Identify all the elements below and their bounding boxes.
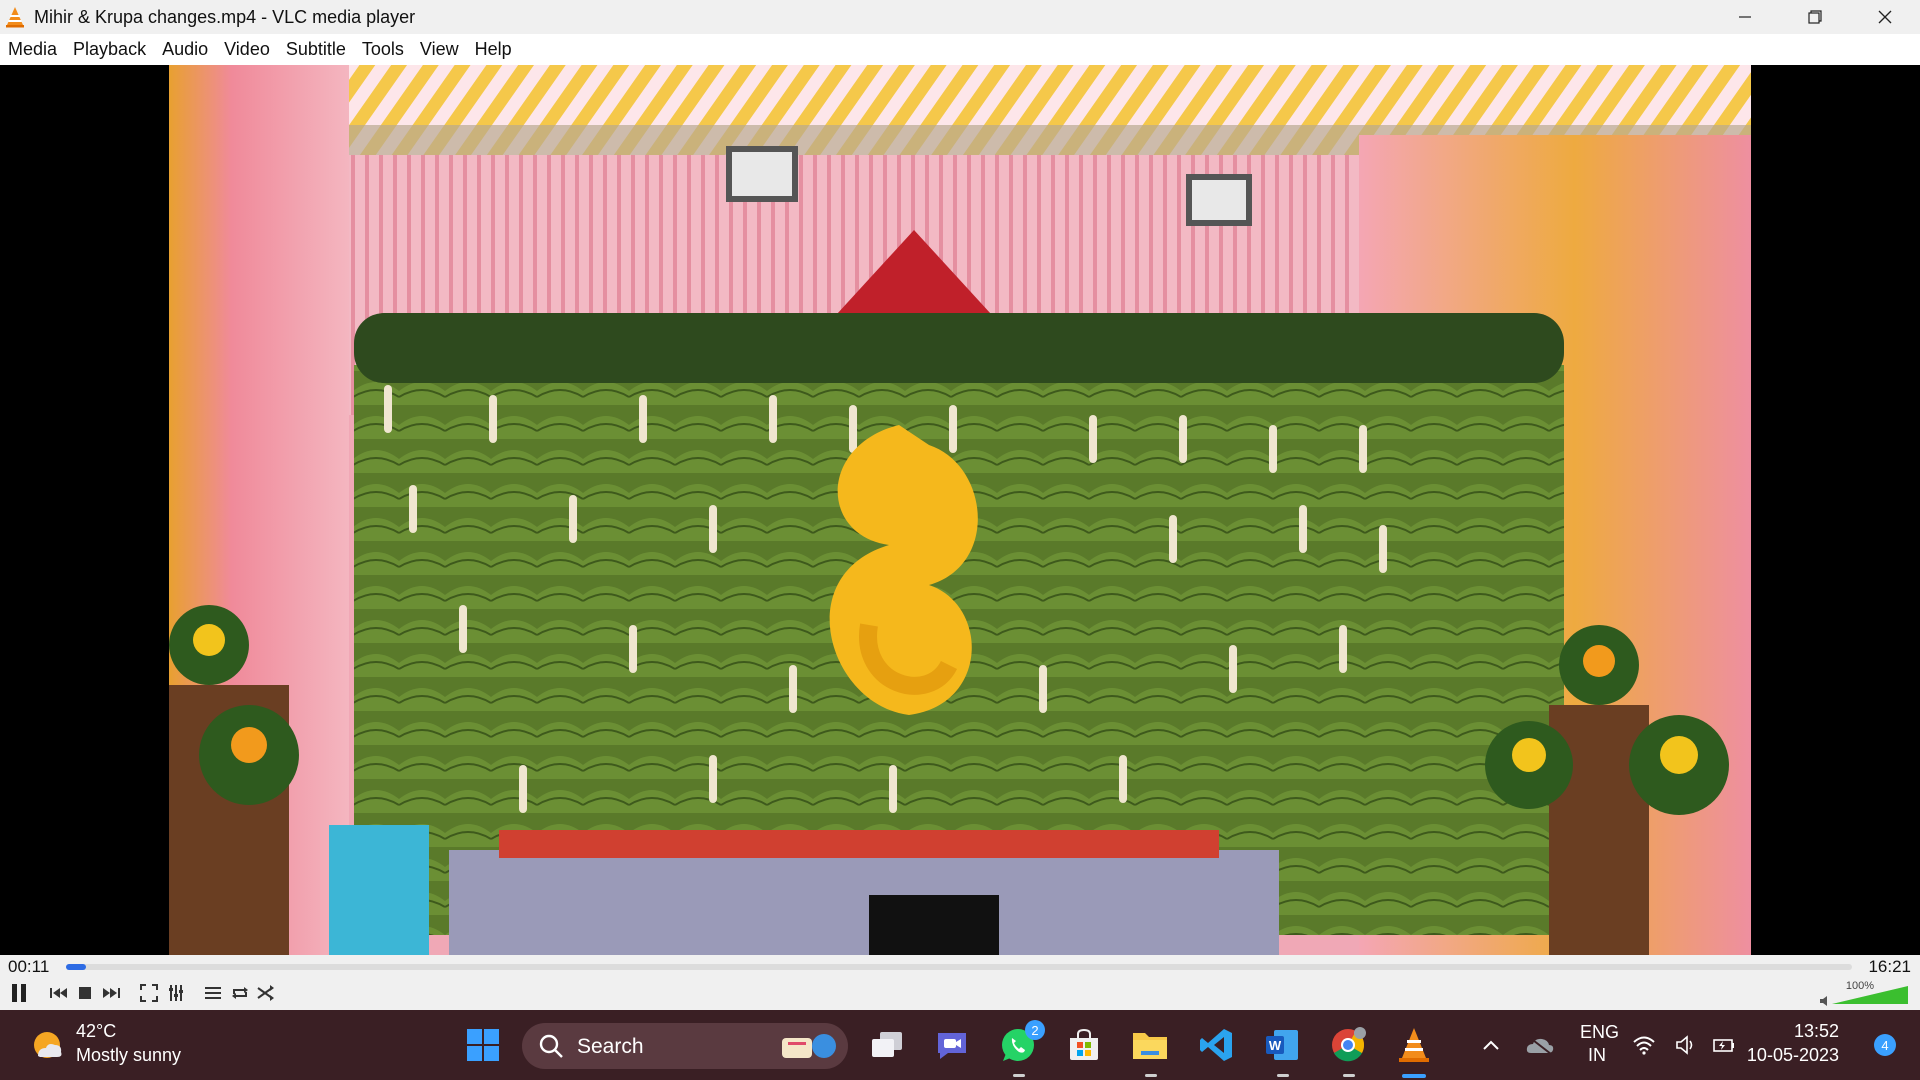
search-icon xyxy=(539,1034,563,1058)
playlist-icon xyxy=(205,987,221,999)
control-bar: 100% xyxy=(0,977,1920,1010)
search-highlight-icon xyxy=(782,1034,836,1058)
whatsapp-running-indicator xyxy=(1013,1074,1025,1077)
extended-settings-button[interactable] xyxy=(163,980,189,1006)
menu-media[interactable]: Media xyxy=(8,39,57,60)
vlc-taskbar-button[interactable] xyxy=(1394,1025,1434,1065)
onedrive-button[interactable] xyxy=(1520,1025,1560,1065)
taskbar-search[interactable]: Search xyxy=(522,1023,848,1069)
menu-view[interactable]: View xyxy=(420,39,459,60)
volume-tray-button[interactable] xyxy=(1672,1025,1700,1065)
menu-help[interactable]: Help xyxy=(475,39,512,60)
teams-chat-button[interactable] xyxy=(932,1025,972,1065)
next-icon xyxy=(103,988,120,998)
windows-start-icon xyxy=(467,1029,499,1061)
window-title: Mihir & Krupa changes.mp4 - VLC media pl… xyxy=(34,6,416,27)
microsoft-store-icon xyxy=(1070,1028,1098,1060)
volume-control[interactable]: 100% xyxy=(1818,980,1910,1006)
next-button[interactable] xyxy=(98,980,124,1006)
word-icon: W xyxy=(1266,1030,1298,1060)
pause-icon xyxy=(12,984,26,1002)
current-time: 00:11 xyxy=(8,957,50,976)
shuffle-button[interactable] xyxy=(253,980,279,1006)
vlc-icon xyxy=(6,7,24,28)
microsoft-store-button[interactable] xyxy=(1064,1025,1104,1065)
task-view-icon xyxy=(872,1032,902,1057)
file-explorer-button[interactable] xyxy=(1130,1025,1170,1065)
svg-text:W: W xyxy=(1269,1038,1282,1053)
shuffle-icon xyxy=(257,985,274,1001)
loop-icon xyxy=(232,987,248,999)
teams-chat-icon xyxy=(938,1033,966,1059)
menu-audio[interactable]: Audio xyxy=(162,39,208,60)
title-bar: Mihir & Krupa changes.mp4 - VLC media pl… xyxy=(0,0,1920,34)
previous-button[interactable] xyxy=(46,980,72,1006)
search-label: Search xyxy=(577,1035,644,1058)
battery-charging-icon xyxy=(1713,1039,1734,1052)
clock-date[interactable]: 10-05-2023 xyxy=(1747,1045,1839,1066)
seek-progress-fill xyxy=(66,964,86,970)
menu-subtitle[interactable]: Subtitle xyxy=(286,39,346,60)
vlc-active-indicator xyxy=(1402,1074,1426,1078)
folder-icon xyxy=(1133,1033,1167,1059)
menu-bar: Media Playback Audio Video Subtitle Tool… xyxy=(0,34,1920,65)
task-view-button[interactable] xyxy=(867,1025,907,1065)
playlist-button[interactable] xyxy=(200,980,226,1006)
speaker-icon xyxy=(1676,1035,1693,1055)
extended-settings-icon xyxy=(169,985,183,1001)
previous-icon xyxy=(50,988,67,998)
close-icon xyxy=(1878,10,1892,24)
minimize-button[interactable] xyxy=(1710,0,1780,34)
fullscreen-icon xyxy=(140,984,158,1002)
language-region[interactable]: IN xyxy=(1580,1045,1614,1066)
show-hidden-icons-button[interactable] xyxy=(1471,1025,1511,1065)
taskbar: 42°C Mostly sunny Search 2 W ENG IN 13:5… xyxy=(0,1010,1920,1080)
loop-button[interactable] xyxy=(227,980,253,1006)
fullscreen-button[interactable] xyxy=(136,980,162,1006)
start-button[interactable] xyxy=(463,1025,503,1065)
pause-button[interactable] xyxy=(6,980,32,1006)
wifi-icon xyxy=(1633,1036,1655,1055)
weather-description[interactable]: Mostly sunny xyxy=(76,1045,181,1066)
video-frame[interactable] xyxy=(169,65,1751,955)
onedrive-offline-icon xyxy=(1526,1036,1554,1055)
chrome-button[interactable] xyxy=(1328,1025,1368,1065)
volume-slider[interactable] xyxy=(1818,982,1910,1006)
restore-icon xyxy=(1808,10,1822,24)
close-button[interactable] xyxy=(1850,0,1920,34)
minimize-icon xyxy=(1739,16,1751,18)
vlc-cone-icon xyxy=(1399,1028,1429,1062)
seek-slider[interactable] xyxy=(66,964,1852,970)
word-running-indicator xyxy=(1277,1074,1289,1077)
explorer-running-indicator xyxy=(1145,1074,1157,1077)
battery-button[interactable] xyxy=(1710,1025,1738,1065)
chevron-up-icon xyxy=(1483,1040,1499,1050)
weather-temperature[interactable]: 42°C xyxy=(76,1021,116,1042)
chrome-running-indicator xyxy=(1343,1074,1355,1077)
word-button[interactable]: W xyxy=(1262,1025,1302,1065)
total-time: 16:21 xyxy=(1868,957,1911,976)
clock-time[interactable]: 13:52 xyxy=(1794,1021,1839,1042)
whatsapp-badge: 2 xyxy=(1025,1020,1045,1040)
restore-button[interactable] xyxy=(1780,0,1850,34)
vscode-button[interactable] xyxy=(1196,1025,1236,1065)
speaker-icon xyxy=(1820,996,1827,1006)
weather-sunny-icon[interactable] xyxy=(28,1026,66,1064)
language-code[interactable]: ENG xyxy=(1580,1022,1619,1043)
notification-badge[interactable]: 4 xyxy=(1874,1034,1896,1056)
menu-video[interactable]: Video xyxy=(224,39,270,60)
stop-button[interactable] xyxy=(72,980,98,1006)
seek-bar: 00:11 16:21 xyxy=(0,955,1920,977)
stop-icon xyxy=(79,987,91,999)
menu-playback[interactable]: Playback xyxy=(73,39,146,60)
chrome-icon xyxy=(1332,1027,1366,1062)
vscode-icon xyxy=(1200,1029,1232,1061)
menu-tools[interactable]: Tools xyxy=(362,39,404,60)
network-button[interactable] xyxy=(1630,1025,1658,1065)
video-area[interactable] xyxy=(0,65,1920,955)
